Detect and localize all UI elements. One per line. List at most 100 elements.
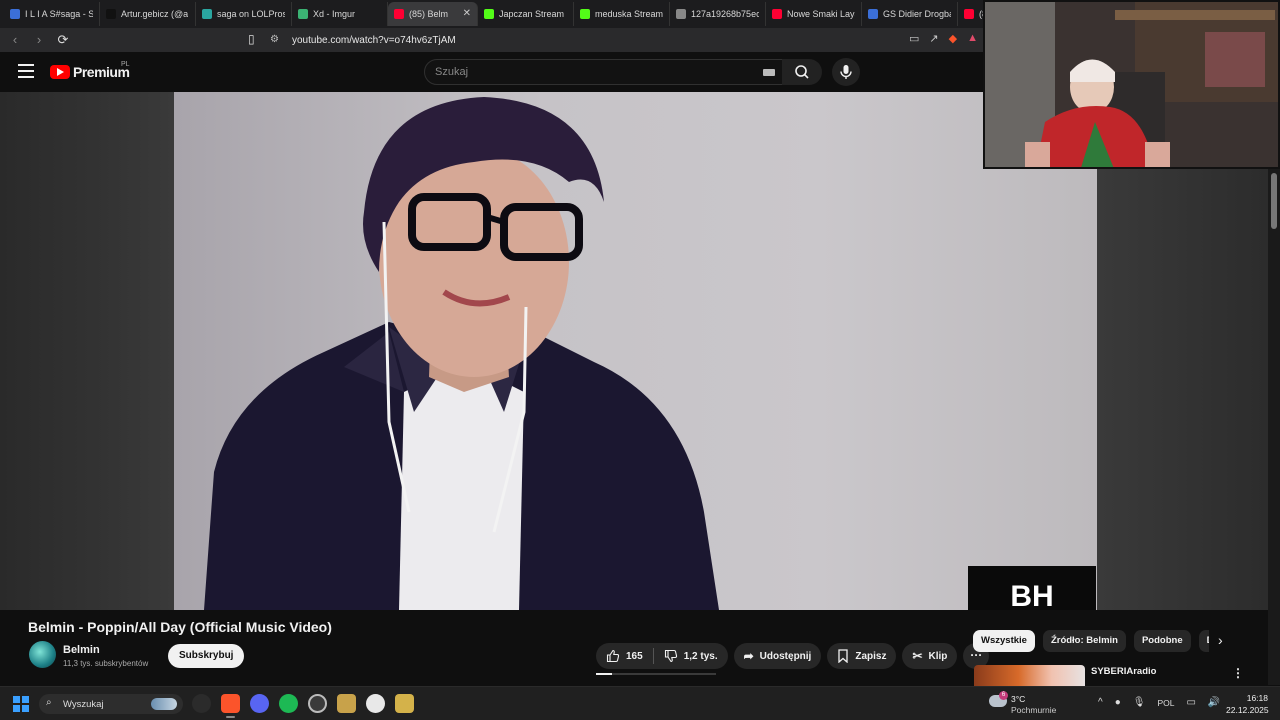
filter-chip[interactable]: Dla C xyxy=(1198,630,1209,652)
menu-icon[interactable] xyxy=(18,64,34,78)
tab-favicon-icon xyxy=(676,9,686,19)
recommended-thumbnail[interactable] xyxy=(974,665,1085,686)
taskbar-apps xyxy=(192,694,414,718)
bookmark-icon[interactable]: ▯ xyxy=(248,32,262,48)
reload-icon[interactable]: ⟳ xyxy=(54,31,72,49)
url-field[interactable]: ⚙ youtube.com/watch?v=o74hv6zTjAM xyxy=(270,30,890,50)
tray-app-icon[interactable]: ● xyxy=(1115,697,1121,708)
app-icon-game[interactable] xyxy=(192,694,211,713)
dislike-button[interactable]: 1,2 tys. xyxy=(654,643,728,669)
video-meta: Belmin - Poppin/All Day (Official Music … xyxy=(0,610,1268,686)
app-icon-bot[interactable] xyxy=(366,694,385,713)
browser-tab[interactable]: Xd - Imgur xyxy=(292,2,388,26)
channel-name[interactable]: Belmin xyxy=(63,644,100,656)
forward-icon[interactable]: › xyxy=(30,31,48,49)
scrollbar-thumb[interactable] xyxy=(1271,173,1277,229)
back-icon[interactable]: ‹ xyxy=(6,31,24,49)
tab-favicon-icon xyxy=(868,9,878,19)
search-input[interactable] xyxy=(435,66,735,78)
taskbar-search-label: Wyszukaj xyxy=(63,699,104,710)
tab-favicon-icon xyxy=(580,9,590,19)
app-icon-league[interactable] xyxy=(337,694,356,713)
like-button[interactable]: 165 xyxy=(596,643,653,669)
video-player[interactable]: BH xyxy=(0,92,1268,610)
browser-tab[interactable]: 127a19268b75ec xyxy=(670,2,766,26)
weather-condition: Pochmurnie xyxy=(1011,705,1057,715)
close-tab-icon[interactable]: ✕ xyxy=(463,8,471,19)
cast-icon[interactable]: ▭ xyxy=(909,32,919,45)
tab-title: (85) Belm xyxy=(409,9,449,19)
clip-label: Klip xyxy=(928,650,948,662)
channel-avatar[interactable] xyxy=(29,641,56,668)
subscribe-button[interactable]: Subskrybuj xyxy=(168,644,245,668)
windows-start-icon[interactable] xyxy=(13,696,29,712)
tab-title: Nowe Smaki Lays xyxy=(787,9,855,19)
save-button[interactable]: Zapisz xyxy=(827,643,897,669)
taskbar-search[interactable]: ⌕ Wyszukaj xyxy=(39,694,183,714)
tab-favicon-icon xyxy=(484,9,494,19)
webcam-streamer-illustration xyxy=(985,2,1278,167)
tab-title: GS Didier Drogba xyxy=(883,9,951,19)
discord-icon[interactable] xyxy=(250,694,269,713)
video-progress-bar[interactable] xyxy=(596,673,716,675)
chevron-right-icon[interactable]: › xyxy=(1218,632,1223,648)
site-info-icon[interactable]: ⚙ xyxy=(270,34,282,46)
chevron-up-icon[interactable]: ^ xyxy=(1098,697,1103,708)
tab-favicon-icon xyxy=(772,9,782,19)
recommended-menu-icon[interactable]: ⋮ xyxy=(1232,666,1244,680)
browser-tab[interactable]: Nowe Smaki Lays xyxy=(766,2,862,26)
browser-tab[interactable]: GS Didier Drogba xyxy=(862,2,958,26)
recommended-title[interactable]: SYBERIAradio xyxy=(1091,666,1156,677)
filter-chip[interactable]: Źródło: Belmin xyxy=(1042,630,1126,652)
voice-search-button[interactable] xyxy=(832,58,860,86)
video-frame xyxy=(174,92,1097,610)
brave-shield-icon[interactable]: ◆ xyxy=(949,32,957,45)
browser-tab[interactable]: Artur.gebicz (@a xyxy=(100,2,196,26)
browser-tab[interactable]: meduska Stream xyxy=(574,2,670,26)
clock-date: 22.12.2025 xyxy=(1226,705,1269,715)
filter-chip[interactable]: Podobne xyxy=(1133,630,1191,652)
spotify-icon[interactable] xyxy=(279,694,298,713)
search-button[interactable] xyxy=(782,59,822,85)
clock-time: 16:18 xyxy=(1246,693,1268,703)
mic-tray-icon[interactable]: 🎙 xyxy=(1133,697,1146,708)
browser-tab[interactable]: I L I A S#saga - S xyxy=(4,2,100,26)
browser-tab[interactable]: (85) Belm ✕ xyxy=(388,2,478,26)
video-title: Belmin - Poppin/All Day (Official Music … xyxy=(28,619,332,635)
tab-favicon-icon xyxy=(10,9,20,19)
scissors-icon: ✂ xyxy=(912,649,923,663)
filter-chip[interactable]: Wszystkie xyxy=(973,630,1035,652)
bookmark-save-icon xyxy=(838,649,848,663)
tab-title: 127a19268b75ec xyxy=(691,9,759,19)
tab-title: Artur.gebicz (@a xyxy=(121,9,189,19)
tab-title: saga on LOLPros xyxy=(217,9,285,19)
search-highlight-image xyxy=(151,698,177,710)
webcam-overlay xyxy=(983,0,1280,169)
clip-button[interactable]: ✂ Klip xyxy=(902,643,958,669)
thumbs-up-icon xyxy=(606,649,620,663)
related-filter-chips: Wszystkie Źródło: Belmin Podobne Dla C xyxy=(973,630,1209,654)
volume-icon[interactable]: 🔊 xyxy=(1208,697,1220,708)
browser-tab[interactable]: Japczan Stream xyxy=(478,2,574,26)
video-person-illustration xyxy=(204,97,719,610)
page-scrollbar[interactable] xyxy=(1268,169,1280,685)
youtube-premium-logo[interactable]: Premium PL xyxy=(50,61,130,80)
rewards-icon[interactable]: ▲ xyxy=(967,32,978,45)
app-icon-overwolf[interactable] xyxy=(308,694,327,713)
clock[interactable]: 16:18 22.12.2025 xyxy=(1226,692,1269,716)
tab-favicon-icon xyxy=(964,9,974,19)
browser-tab[interactable]: saga on LOLPros xyxy=(196,2,292,26)
language-indicator[interactable]: POL xyxy=(1157,698,1174,708)
keyboard-icon[interactable] xyxy=(763,69,775,76)
search-icon: ⌕ xyxy=(46,697,52,708)
network-icon[interactable]: ▭ xyxy=(1186,697,1195,708)
share-button[interactable]: ➦ Udostępnij xyxy=(733,643,822,669)
youtube-play-icon xyxy=(50,65,70,79)
dislike-count: 1,2 tys. xyxy=(683,650,718,662)
system-tray: ^ ● 🎙 POL ▭ 🔊 xyxy=(1098,697,1220,708)
video-letterbox-right xyxy=(1097,92,1268,610)
share-page-icon[interactable]: ↗ xyxy=(929,32,938,45)
brave-browser-icon[interactable] xyxy=(221,694,240,718)
app-icon-file[interactable] xyxy=(395,694,414,713)
url-text: youtube.com/watch?v=o74hv6zTjAM xyxy=(292,34,456,46)
